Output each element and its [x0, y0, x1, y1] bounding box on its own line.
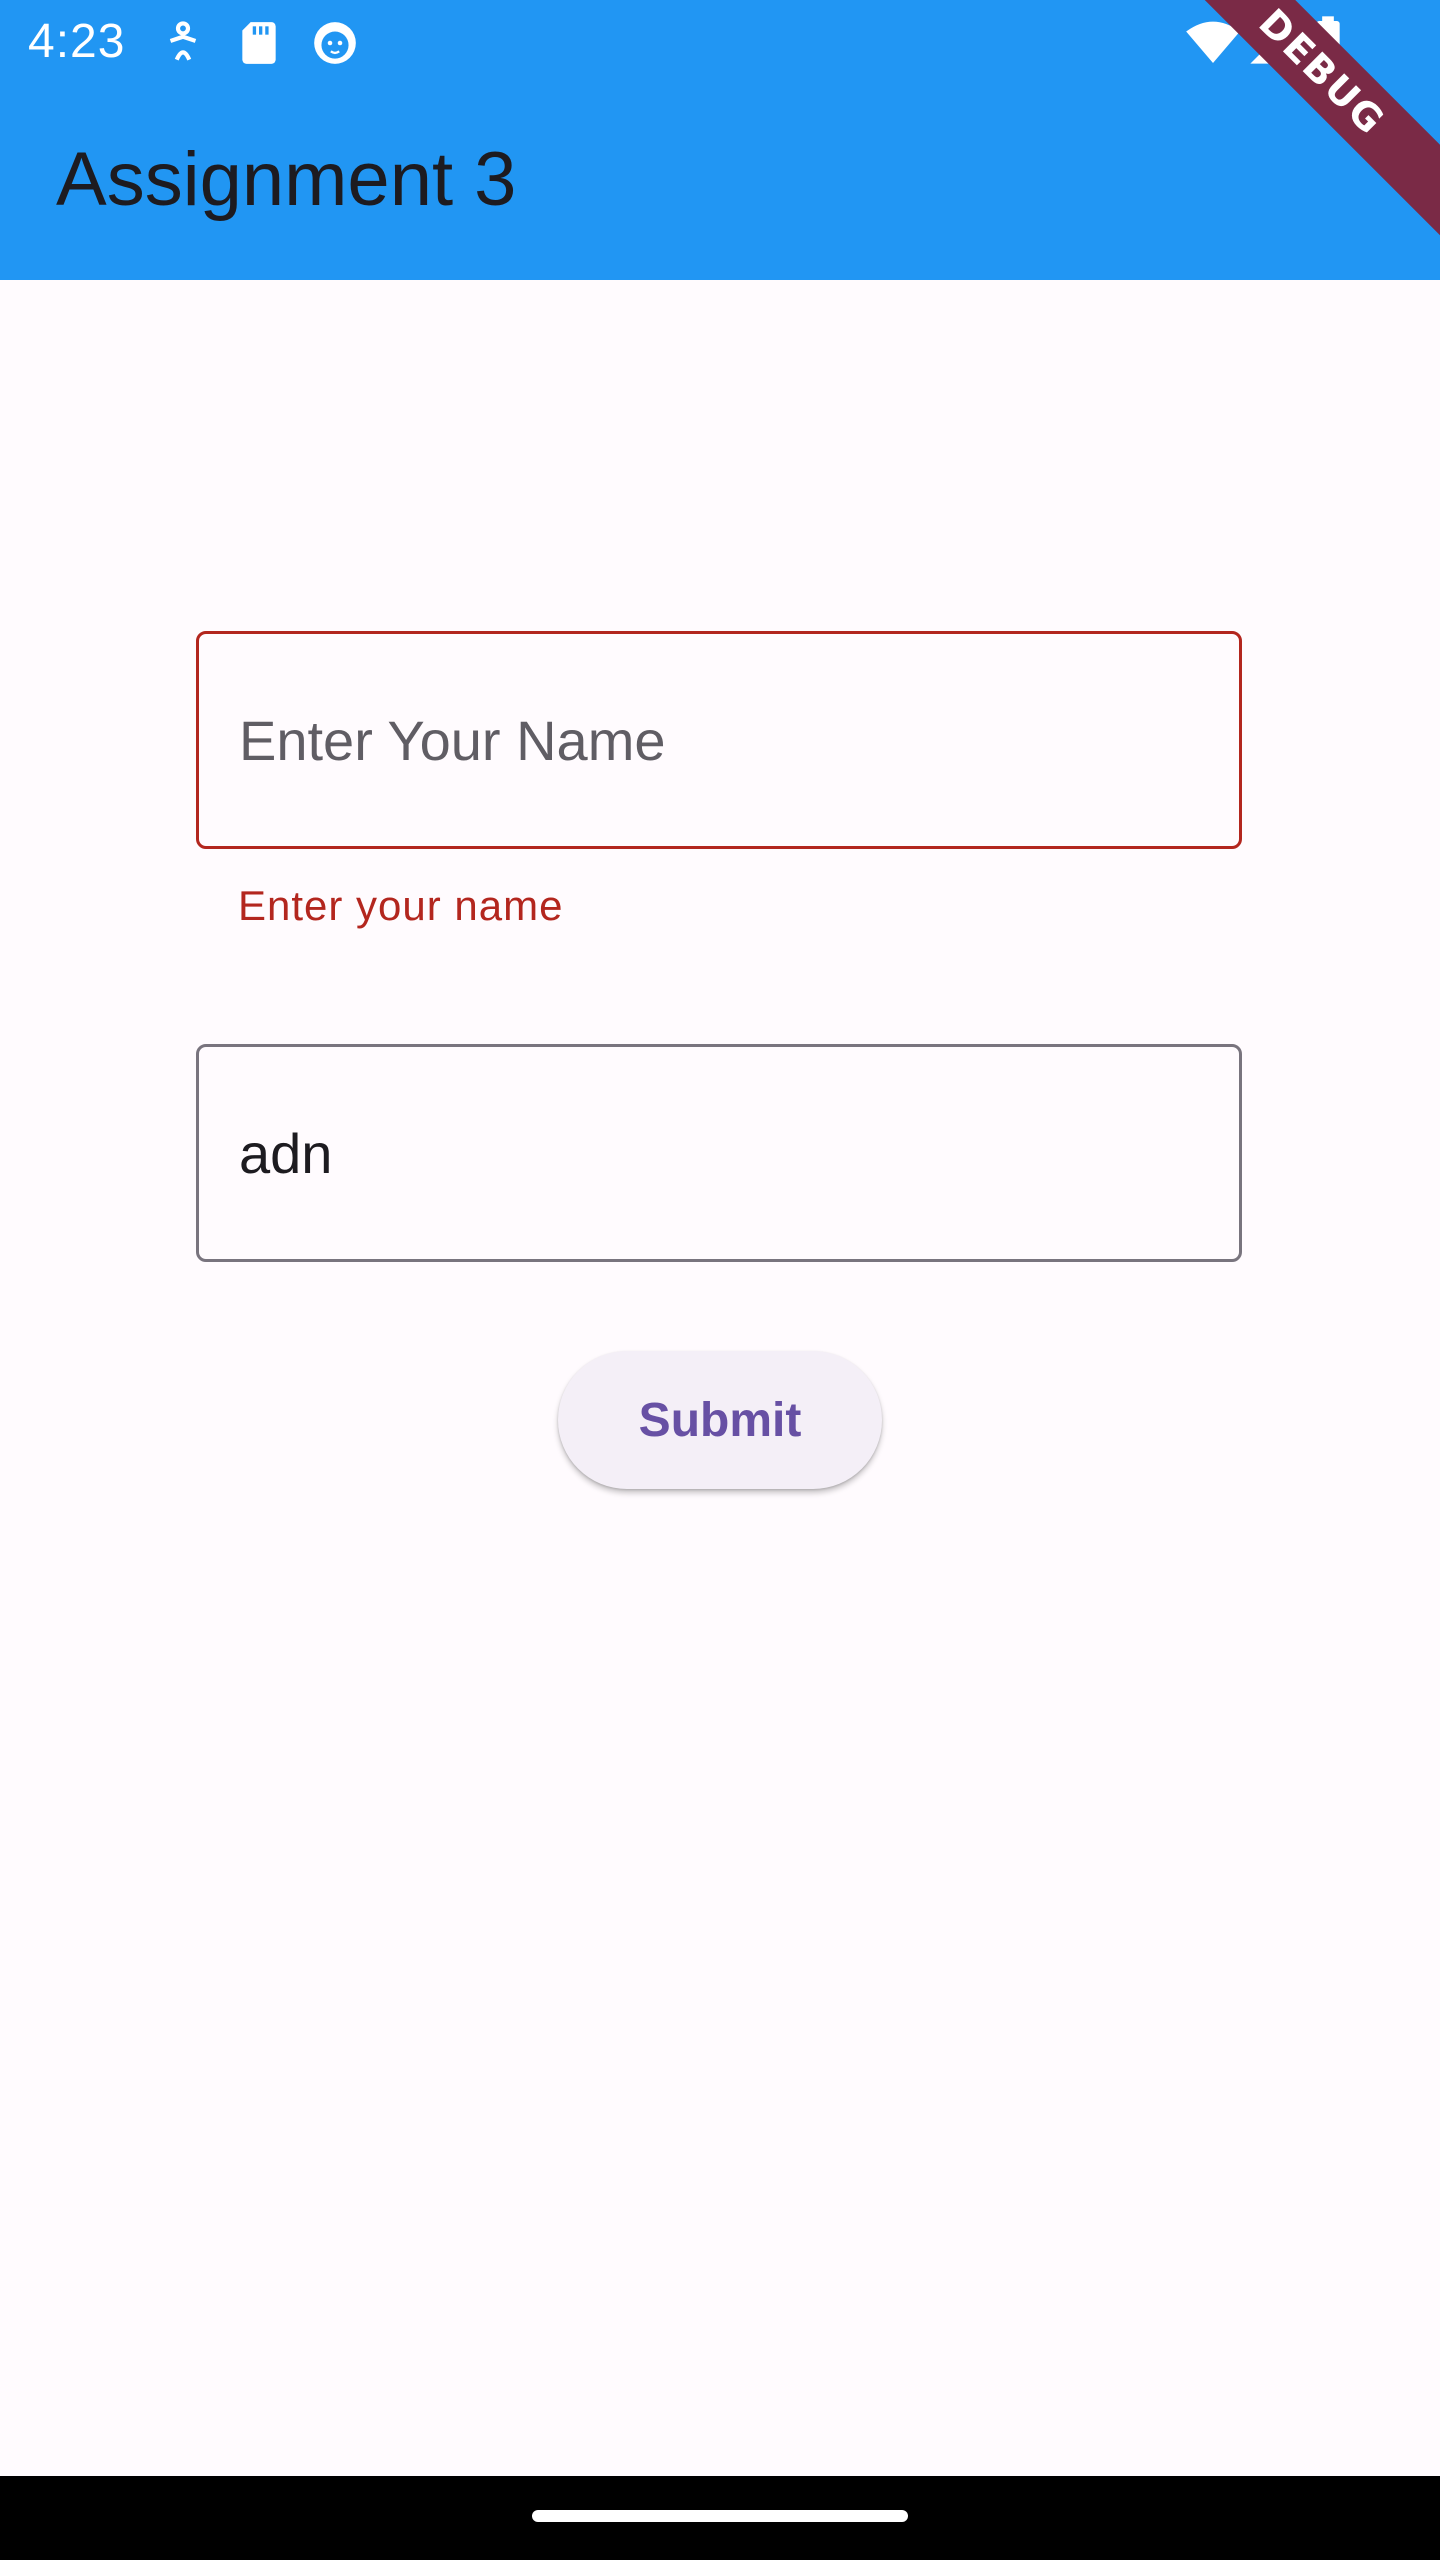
- app-bar: 4:23 Assignment 3: [0, 0, 1440, 280]
- screen: 4:23 Assignment 3 DEBUG Enter Your Name …: [0, 0, 1440, 2560]
- sd-card-icon: [242, 22, 276, 64]
- cat-face-icon: [314, 22, 356, 64]
- name-field[interactable]: Enter Your Name: [196, 631, 1242, 849]
- accessibility-icon: [169, 21, 197, 61]
- page-title: Assignment 3: [56, 137, 517, 222]
- second-text-field[interactable]: adn: [196, 1044, 1242, 1262]
- name-field-error: Enter your name: [238, 882, 564, 929]
- status-time: 4:23: [28, 15, 126, 68]
- name-field-placeholder: Enter Your Name: [239, 708, 666, 772]
- submit-button[interactable]: Submit: [558, 1351, 882, 1489]
- home-handle[interactable]: [532, 2510, 908, 2522]
- second-field-value: adn: [239, 1121, 333, 1185]
